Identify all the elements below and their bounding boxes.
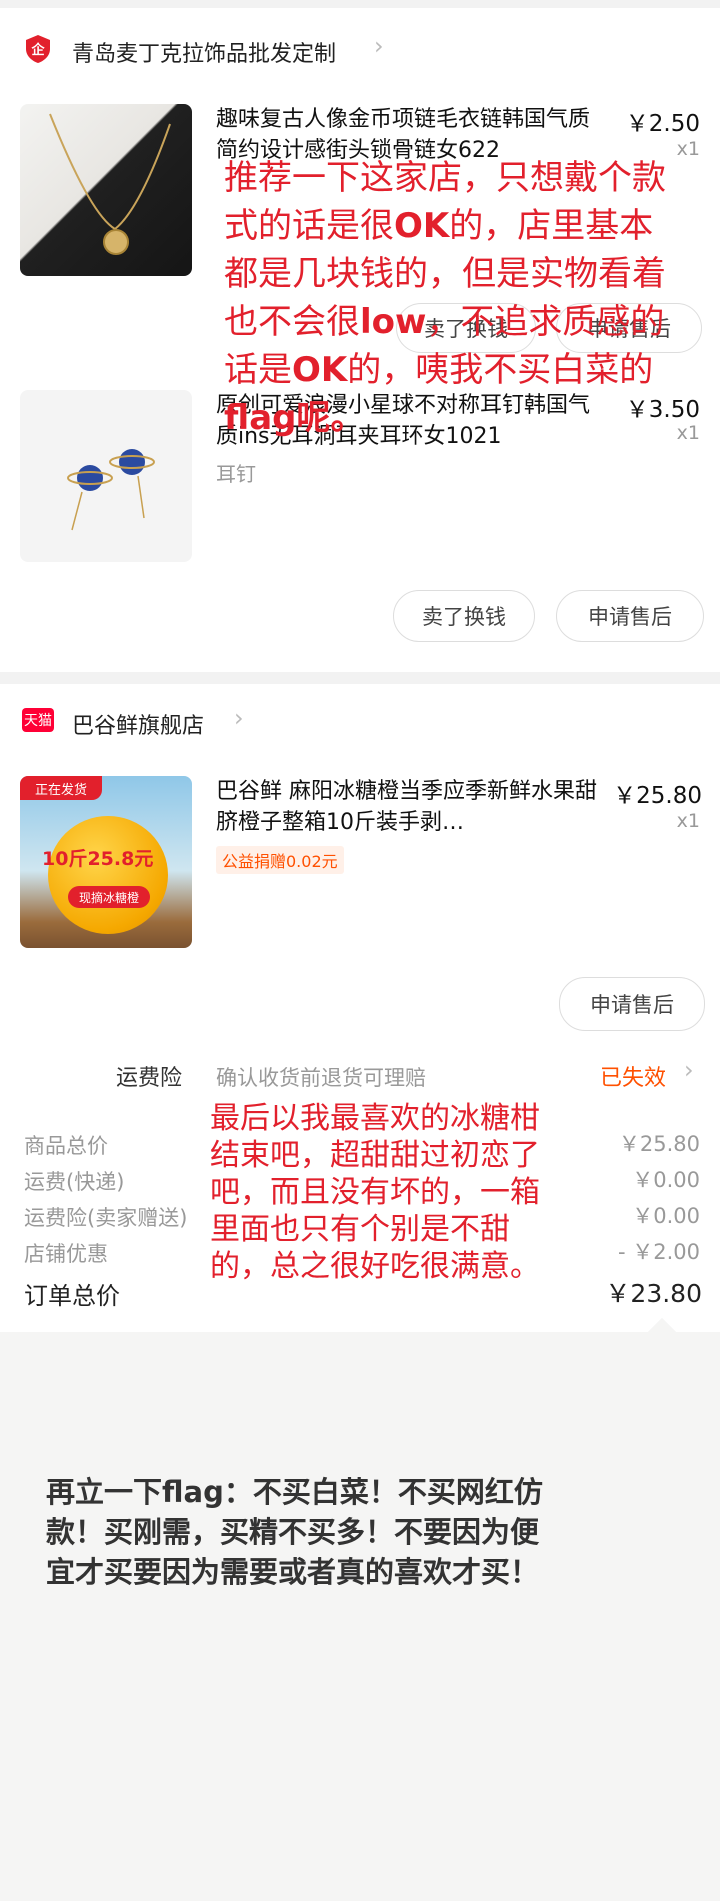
item1-price: ￥2.50 [625, 111, 700, 137]
note-line: 宜才买要因为需要或者真的喜欢才买！ [46, 1555, 540, 1589]
item3-price: ￥25.80 [613, 783, 702, 809]
annotation-line: 最后以我最喜欢的冰糖柑 [210, 1101, 540, 1136]
summary-label-insurance: 运费险(卖家赠送) [24, 1206, 188, 1230]
tmall-badge: 天猫 [22, 708, 54, 732]
flag-note: 再立一下flag：不买白菜！不买网红仿 款！买刚需，买精不买多！不要因为便 宜才… [46, 1472, 686, 1592]
aftersale-button[interactable]: 申请售后 [556, 590, 704, 642]
shop2-name: 巴谷鲜旗舰店 [72, 714, 205, 739]
chevron-right-icon: › [684, 1056, 694, 1084]
shipping-tag: 正在发货 [20, 776, 102, 800]
chevron-right-icon: › [374, 32, 384, 60]
note-line: 款！买刚需，买精不买多！不要因为便 [46, 1515, 540, 1549]
enterprise-badge-icon: 企 [24, 34, 52, 64]
note-panel: 再立一下flag：不买白菜！不买网红仿 款！买刚需，买精不买多！不要因为便 宜才… [0, 1317, 720, 1901]
charity-badge: 公益捐赠0.02元 [216, 846, 344, 874]
annotation-line: 的，总之很好吃很满意。 [210, 1249, 540, 1284]
annotation-line: flag呢。 [224, 398, 365, 438]
annotation-line: 结束吧，超甜甜过初恋了 [210, 1138, 540, 1173]
sell-button-label: 卖了换钱 [422, 605, 506, 629]
annotation-line: 也不会很low，不追求质感的 [224, 302, 665, 342]
annotation-line: 吧，而且没有坏的，一箱 [210, 1175, 540, 1210]
earring-thumbnail[interactable] [20, 390, 192, 562]
pointer-caret [647, 1317, 677, 1347]
annotation-line: 推荐一下这家店，只想戴个款 [224, 158, 666, 198]
aftersale-button-shop2[interactable]: 申请售后 [559, 977, 705, 1031]
annotation-line: 里面也只有个别是不甜 [210, 1212, 510, 1247]
annotation-line: 话是OK的，咦我不买白菜的 [224, 350, 654, 390]
shop1-header[interactable]: 企 青岛麦丁克拉饰品批发定制 › [0, 22, 720, 78]
shop1-name: 青岛麦丁克拉饰品批发定制 [72, 42, 337, 67]
orange-thumbnail[interactable]: 正在发货 10斤25.8元 现摘冰糖橙 [20, 776, 192, 948]
sell-button[interactable]: 卖了换钱 [393, 590, 535, 642]
shop2-header[interactable]: 天猫 巴谷鲜旗舰店 › [0, 700, 720, 744]
section-divider [0, 672, 720, 684]
aftersale-button-label: 申请售后 [590, 993, 674, 1017]
summary-label-discount: 店铺优惠 [24, 1242, 108, 1266]
insurance-desc: 确认收货前退货可理赔 [216, 1066, 426, 1090]
svg-text:企: 企 [30, 42, 45, 58]
necklace-thumbnail[interactable] [20, 104, 192, 276]
top-divider [0, 0, 720, 8]
insurance-status: 已失效 [600, 1066, 667, 1091]
annotation-orange-review: 最后以我最喜欢的冰糖柑 结束吧，超甜甜过初恋了 吧，而且没有坏的，一箱 里面也只… [210, 1100, 590, 1285]
order-total-label: 订单总价 [24, 1282, 120, 1310]
item3-qty: x1 [676, 810, 700, 832]
aftersale-button-label: 申请售后 [588, 605, 672, 629]
item3-title[interactable]: 巴谷鲜 麻阳冰糖橙当季应季新鲜水果甜脐橙子整箱10斤装手剥… [216, 776, 600, 840]
item2-sku: 耳钉 [216, 462, 256, 486]
orange-fruit [48, 816, 168, 934]
summary-label-shipping: 运费(快递) [24, 1170, 125, 1194]
annotation-recommend: 推荐一下这家店，只想戴个款 式的话是很OK的，店里基本 都是几块钱的，但是实物看… [224, 154, 720, 442]
annotation-line: 都是几块钱的，但是实物看着 [224, 254, 666, 294]
annotation-line: 式的话是很OK的，店里基本 [224, 206, 654, 246]
note-line: 再立一下flag：不买白菜！不买网红仿 [46, 1475, 543, 1509]
chevron-right-icon: › [234, 704, 244, 732]
insurance-row[interactable]: 运费险 确认收货前退货可理赔 已失效 › [0, 1056, 720, 1096]
promo-caption: 现摘冰糖橙 [68, 886, 150, 908]
summary-label-goods: 商品总价 [24, 1134, 108, 1158]
promo-price-label: 10斤25.8元 [42, 848, 154, 870]
insurance-label: 运费险 [116, 1066, 183, 1091]
